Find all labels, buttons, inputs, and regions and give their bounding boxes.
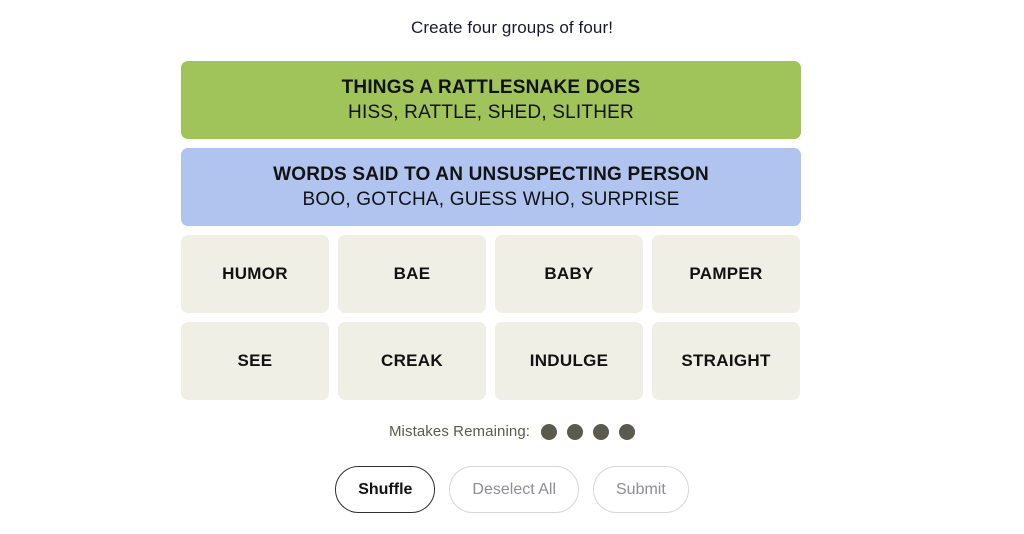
solved-group-category: WORDS SAID TO AN UNSUSPECTING PERSON xyxy=(273,163,709,185)
mistake-dot xyxy=(567,423,584,440)
mistake-dot xyxy=(541,423,558,440)
word-tile[interactable]: BABY xyxy=(495,235,643,313)
mistakes-label: Mistakes Remaining: xyxy=(388,423,531,440)
tile-row: HUMOR BAE BABY PAMPER xyxy=(181,235,801,313)
tile-row: SEE CREAK INDULGE STRAIGHT xyxy=(181,322,801,400)
word-tile[interactable]: SEE xyxy=(181,322,329,400)
mistake-dot xyxy=(619,423,636,440)
solved-group-words: BOO, GOTCHA, GUESS WHO, SURPRISE xyxy=(302,188,680,210)
word-tile[interactable]: BAE xyxy=(338,235,486,313)
control-bar: Shuffle Deselect All Submit xyxy=(0,466,1024,513)
solved-group-row: THINGS A RATTLESNAKE DOES HISS, RATTLE, … xyxy=(181,61,801,139)
mistakes-dots xyxy=(541,423,636,440)
solved-group-row: WORDS SAID TO AN UNSUSPECTING PERSON BOO… xyxy=(181,148,801,226)
connections-game: Create four groups of four! THINGS A RAT… xyxy=(0,0,1024,534)
word-tile[interactable]: INDULGE xyxy=(495,322,643,400)
solved-group-words: HISS, RATTLE, SHED, SLITHER xyxy=(348,101,634,123)
word-tile[interactable]: HUMOR xyxy=(181,235,329,313)
deselect-all-button[interactable]: Deselect All xyxy=(449,466,579,513)
submit-button[interactable]: Submit xyxy=(593,466,689,513)
mistake-dot xyxy=(593,423,610,440)
word-tile[interactable]: CREAK xyxy=(338,322,486,400)
solved-group-green: THINGS A RATTLESNAKE DOES HISS, RATTLE, … xyxy=(181,61,801,139)
shuffle-button[interactable]: Shuffle xyxy=(335,466,436,513)
puzzle-board: THINGS A RATTLESNAKE DOES HISS, RATTLE, … xyxy=(181,61,801,409)
mistakes-remaining: Mistakes Remaining: xyxy=(0,423,1024,440)
page-title: Create four groups of four! xyxy=(410,18,614,37)
word-tile[interactable]: STRAIGHT xyxy=(652,322,800,400)
word-tile[interactable]: PAMPER xyxy=(652,235,800,313)
solved-group-category: THINGS A RATTLESNAKE DOES xyxy=(341,76,641,98)
solved-group-blue: WORDS SAID TO AN UNSUSPECTING PERSON BOO… xyxy=(181,148,801,226)
